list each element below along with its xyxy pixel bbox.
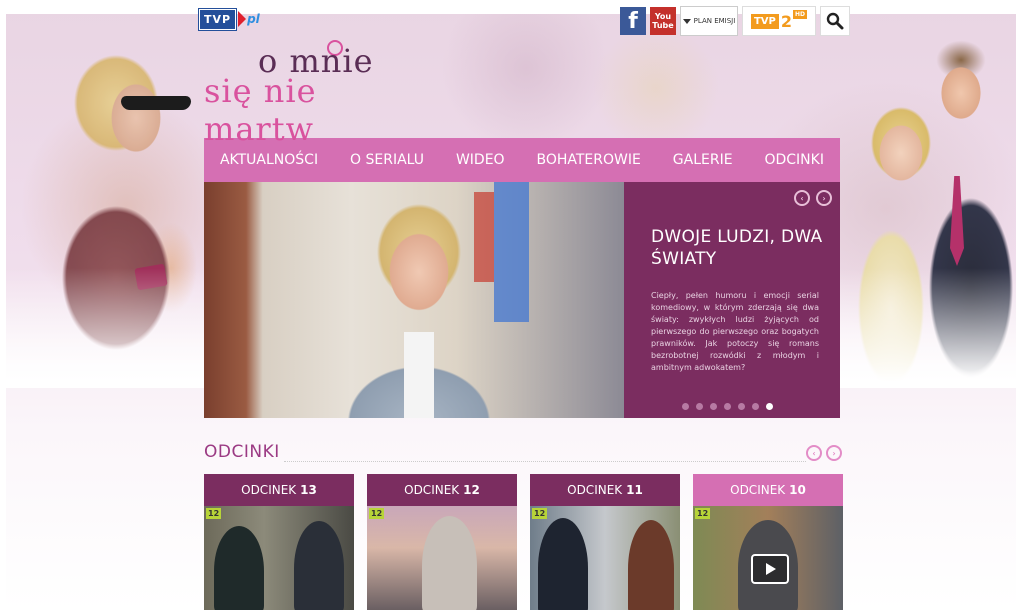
thumb-figure [294,521,344,610]
episode-label: ODCINEK [404,483,460,497]
episode-card-11[interactable]: ODCINEK 11 12 [530,474,680,610]
episodes-list: ODCINEK 13 12 ODCINEK 12 12 ODCINEK 11 1… [204,474,844,610]
plan-emisji-button[interactable]: PLAN EMISJI [680,6,738,36]
hero-description: Ciepły, pełen humoru i emocji serial kom… [651,291,819,372]
sunglasses [121,96,191,110]
thumb-figure [628,520,674,610]
episode-header: ODCINEK 13 [204,474,354,513]
hero-shirt [404,332,434,418]
tvp2-hd: HD [793,10,808,19]
episode-header: ODCINEK 12 [367,474,517,513]
slider-dot[interactable] [752,403,759,410]
tvp-logo-text: TVP [197,7,238,31]
section-divider [284,461,806,462]
episode-card-12[interactable]: ODCINEK 12 12 [367,474,517,610]
prev-arrow-icon[interactable]: ‹ [794,190,810,206]
episode-label: ODCINEK [567,483,623,497]
facebook-letter: f [628,8,638,34]
episodes-next-icon[interactable]: › [826,445,842,461]
episode-thumbnail[interactable]: 12 [693,506,843,610]
show-logo[interactable]: o mnie się nie martw [200,40,430,148]
episodes-arrows: ‹ › [806,445,842,461]
age-rating-badge: 12 [695,508,711,519]
episode-thumbnail[interactable]: 12 [530,506,680,610]
slider-dot[interactable] [738,403,745,410]
hero-slider: ‹ › DWOJE LUDZI, DWA ŚWIATY Ciepły, pełe… [204,182,840,418]
episode-card-10[interactable]: ODCINEK 10 12 [693,474,843,610]
slider-dot[interactable] [710,403,717,410]
episode-thumbnail[interactable]: 12 [367,506,517,610]
hero-arrows: ‹ › [794,190,832,206]
tvp2-number: 2 [780,11,792,31]
youtube-top: You [654,12,672,21]
episode-number: 11 [626,483,643,497]
episodes-prev-icon[interactable]: ‹ [806,445,822,461]
episode-label: ODCINEK [730,483,786,497]
next-arrow-icon[interactable]: › [816,190,832,206]
slider-dot[interactable] [682,403,689,410]
episode-header: ODCINEK 11 [530,474,680,513]
search-button[interactable] [820,6,850,36]
tvp-arrow-icon [238,11,247,27]
hero-panel: ‹ › DWOJE LUDZI, DWA ŚWIATY Ciepły, pełe… [624,182,840,418]
tvp2-box: TVP [750,13,779,29]
nav-odcinki[interactable]: ODCINKI [764,152,824,168]
slider-dot[interactable] [696,403,703,410]
episode-header: ODCINEK 10 [693,474,843,513]
thumb-figure [214,526,264,610]
slider-dots [682,403,773,410]
nav-aktualnosci[interactable]: AKTUALNOŚCI [220,152,318,168]
plan-emisji-label: PLAN EMISJI [693,17,736,25]
tvp-pl-logo[interactable]: TVP pl [197,7,260,31]
show-title-line2: się nie martw [204,72,317,148]
top-strip [0,0,1021,14]
thumb-figure [538,518,588,610]
tvp-pl-text: pl [247,12,260,26]
slider-dot-active[interactable] [766,403,773,410]
age-rating-badge: 12 [369,508,385,519]
nav-o-serialu[interactable]: O SERIALU [350,152,424,168]
play-icon[interactable] [751,554,789,584]
episode-card-13[interactable]: ODCINEK 13 12 [204,474,354,610]
hero-face [354,192,484,342]
facebook-icon[interactable]: f [620,7,646,35]
nav-bohaterowie[interactable]: BOHATEROWIE [536,152,640,168]
episode-thumbnail[interactable]: 12 [204,506,354,610]
youtube-bottom: Tube [652,21,674,30]
episode-number: 12 [463,483,480,497]
hero-image[interactable] [204,182,624,418]
tvp2-hd-logo[interactable]: TVP 2 HD [742,6,816,36]
age-rating-badge: 12 [206,508,222,519]
nav-wideo[interactable]: WIDEO [456,152,505,168]
hero-bg-blue [494,182,529,322]
episodes-section-title: ODCINKI [204,442,280,462]
slider-dot[interactable] [724,403,731,410]
episode-label: ODCINEK [241,483,297,497]
search-icon [826,12,844,30]
chevron-down-icon [682,18,691,24]
thumb-figure [422,516,477,610]
top-icons: f You Tube PLAN EMISJI TVP 2 HD [620,6,850,36]
episode-number: 10 [789,483,806,497]
age-rating-badge: 12 [532,508,548,519]
nav-galerie[interactable]: GALERIE [673,152,733,168]
episode-number: 13 [300,483,317,497]
youtube-icon[interactable]: You Tube [650,7,676,35]
hero-title[interactable]: DWOJE LUDZI, DWA ŚWIATY [651,226,831,270]
